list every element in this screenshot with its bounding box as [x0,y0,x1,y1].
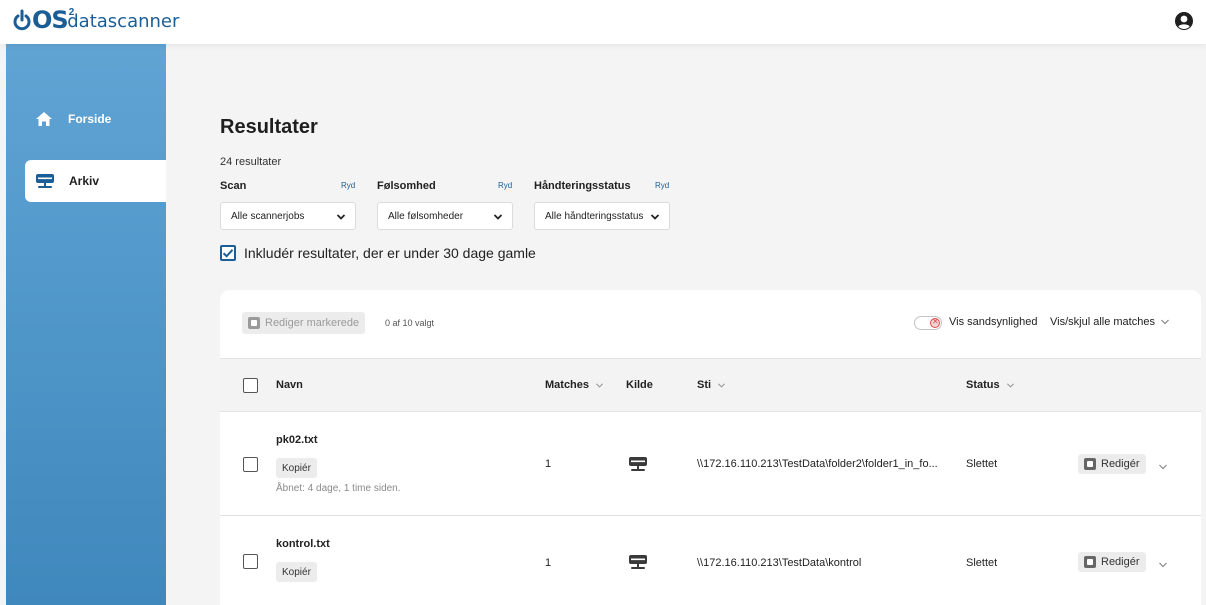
row-checkbox[interactable] [243,554,258,569]
logo[interactable]: OS 2 datascanner [12,6,180,34]
server-icon [628,456,648,472]
sidebar-item-arkiv[interactable]: Arkiv [25,160,166,202]
chevron-down-icon[interactable] [1158,557,1168,568]
edit-button[interactable]: Redigér [1078,454,1146,474]
status-select[interactable]: Alle håndteringsstatus [534,202,670,230]
edit-button-label: Redigér [1101,458,1140,470]
filter-clear-sensitivity[interactable]: Ryd [498,181,512,190]
chevron-down-icon [336,212,346,222]
table-header: Navn Matches Kilde Sti Status [220,358,1201,412]
chevron-down-icon [1160,317,1170,327]
row-checkbox[interactable] [243,457,258,472]
probability-toggle-label: Vis sandsynlighed [949,316,1038,328]
toggle-all-matches-button[interactable]: Vis/skjul alle matches [1050,316,1170,328]
column-header-source: Kilde [626,379,653,391]
column-header-path[interactable]: Sti [697,379,726,391]
sensitivity-select-value: Alle følsomheder [388,210,464,222]
results-toolbar: Rediger markerede 0 af 10 valgt Vis sand… [220,290,1201,358]
user-account-icon[interactable] [1174,11,1194,31]
include-recent-checkbox[interactable] [220,245,236,261]
chevron-down-icon [595,381,604,390]
result-count: 24 resultater [220,156,282,168]
page-title: Resultater [220,116,318,138]
edit-marked-label: Rediger markerede [265,317,360,329]
table-row: kontrol.txt Kopiér 1 \\172.16.110.213\Te… [220,516,1201,605]
chevron-down-icon [493,212,503,222]
include-recent-option[interactable]: Inkludér resultater, der er under 30 dag… [220,245,536,261]
row-name: pk02.txt [276,434,318,446]
row-matches: 1 [545,458,552,470]
column-header-status[interactable]: Status [966,379,1015,391]
sidebar-item-label: Arkiv [69,174,100,188]
edit-icon [1084,556,1096,568]
edit-icon [1084,458,1096,470]
sidebar: Forside Arkiv [6,44,166,605]
copy-button[interactable]: Kopiér [276,458,317,478]
row-path[interactable]: \\172.16.110.213\TestData\kontrol [697,557,947,569]
row-path[interactable]: \\172.16.110.213\TestData\folder2\folder… [697,458,947,470]
results-card: Rediger markerede 0 af 10 valgt Vis sand… [220,290,1201,605]
chevron-down-icon[interactable] [1158,459,1168,470]
include-recent-label: Inkludér resultater, der er under 30 dag… [244,245,536,261]
selected-count: 0 af 10 valgt [385,318,435,328]
edit-button[interactable]: Redigér [1078,552,1146,572]
top-bar: OS 2 datascanner [0,0,1206,44]
power-icon [12,8,32,32]
table-row: pk02.txt Kopiér Åbnet: 4 dage, 1 time si… [220,412,1201,516]
probability-toggle[interactable] [914,316,942,330]
scan-select[interactable]: Alle scannerjobs [220,202,356,230]
sensitivity-select[interactable]: Alle følsomheder [377,202,513,230]
filter-label-sensitivity: Følsomhed [377,180,436,192]
edit-icon [248,317,260,329]
server-icon [628,554,648,570]
logo-text: datascanner [67,11,180,32]
column-header-name: Navn [276,379,303,391]
filter-label-scan: Scan [220,180,247,192]
row-opened-time: Åbnet: 4 dage, 1 time siden. [276,483,401,494]
row-matches: 1 [545,557,552,569]
column-header-matches[interactable]: Matches [545,379,604,391]
sidebar-item-forside[interactable]: Forside [6,98,166,140]
home-icon [34,109,54,129]
chevron-down-icon [1006,381,1015,390]
server-icon [35,171,55,191]
edit-marked-button[interactable]: Rediger markerede [242,312,366,334]
edit-button-label: Redigér [1101,556,1140,568]
filter-clear-scan[interactable]: Ryd [341,181,355,190]
logo-os: OS [32,6,69,34]
chevron-down-icon [717,381,726,390]
toggle-all-matches-label: Vis/skjul alle matches [1050,316,1155,328]
sidebar-item-label: Forside [68,112,112,126]
filter-clear-status[interactable]: Ryd [655,181,669,190]
row-status: Slettet [966,557,998,569]
check-icon [222,249,234,258]
select-all-checkbox[interactable] [243,378,258,393]
row-name: kontrol.txt [276,538,330,550]
row-status: Slettet [966,458,998,470]
scan-select-value: Alle scannerjobs [231,210,305,222]
status-select-value: Alle håndteringsstatus [545,210,644,222]
toggle-off-icon [930,317,940,328]
logo-superscript: 2 [68,7,75,18]
copy-button[interactable]: Kopiér [276,562,317,582]
chevron-down-icon [650,212,660,222]
filter-label-status: Håndteringsstatus [534,180,631,192]
